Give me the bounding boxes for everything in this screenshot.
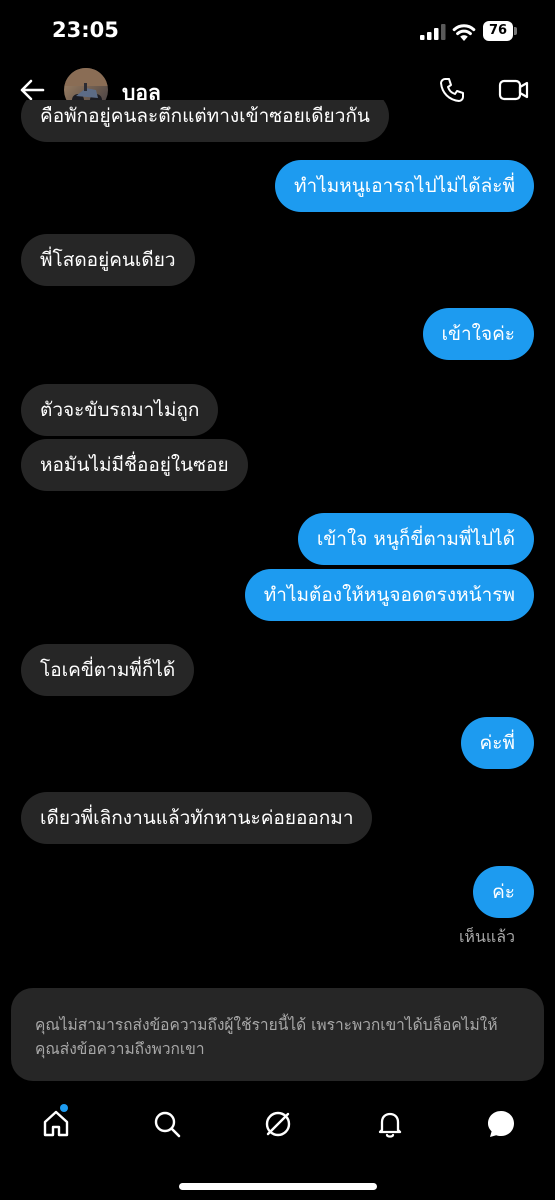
message-thread[interactable]: คือพักอยู่คนละตึกแต่ทางเข้าซอยเดียวกัน ท… bbox=[0, 100, 555, 960]
message-incoming[interactable]: หอมันไม่มีชื่ออยู่ในซอย bbox=[21, 439, 248, 491]
tab-bar bbox=[0, 1100, 555, 1150]
seen-receipt: เห็นแล้ว bbox=[458, 927, 515, 946]
signal-icon bbox=[420, 24, 446, 40]
status-time: 23:05 bbox=[52, 18, 119, 42]
battery-icon: 76 bbox=[483, 21, 519, 41]
message-incoming[interactable]: เดียวพี่เลิกงานแล้วทักหานะค่อยออกมา bbox=[21, 792, 373, 844]
message-outgoing[interactable]: เข้าใจค่ะ bbox=[422, 308, 534, 360]
status-bar: 23:05 76 bbox=[0, 0, 555, 62]
blocked-notice: คุณไม่สามารถส่งข้อความถึงผู้ใช้รายนี้ได้… bbox=[11, 988, 544, 1081]
home-indicator[interactable] bbox=[179, 1183, 377, 1190]
message-outgoing[interactable]: เข้าใจ หนูก็ขี่ตามพี่ไปได้ bbox=[297, 513, 534, 565]
message-incoming[interactable]: โอเคขี่ตามพี่ก็ได้ bbox=[21, 644, 195, 696]
notification-dot bbox=[60, 1104, 68, 1112]
wifi-icon bbox=[452, 21, 476, 41]
message-outgoing[interactable]: ทำไมต้องให้หนูจอดตรงหน้ารพ bbox=[244, 569, 534, 621]
battery-level: 76 bbox=[488, 23, 508, 38]
home-icon[interactable] bbox=[40, 1104, 72, 1140]
message-incoming[interactable]: พี่โสดอยู่คนเดียว bbox=[21, 234, 195, 286]
message-outgoing[interactable]: ค่ะพี่ bbox=[460, 717, 534, 769]
explore-icon[interactable] bbox=[262, 1108, 294, 1140]
message-incoming[interactable]: คือพักอยู่คนละตึกแต่ทางเข้าซอยเดียวกัน bbox=[21, 100, 389, 142]
bell-icon[interactable] bbox=[374, 1108, 406, 1140]
message-incoming[interactable]: ตัวจะขับรถมาไม่ถูก bbox=[21, 384, 219, 436]
search-icon[interactable] bbox=[151, 1108, 183, 1140]
message-outgoing[interactable]: ค่ะ bbox=[473, 866, 534, 918]
messenger-icon[interactable] bbox=[485, 1108, 517, 1140]
battery-tip bbox=[514, 27, 517, 35]
message-outgoing[interactable]: ทำไมหนูเอารถไปไม่ได้ล่ะพี่ bbox=[274, 160, 534, 212]
